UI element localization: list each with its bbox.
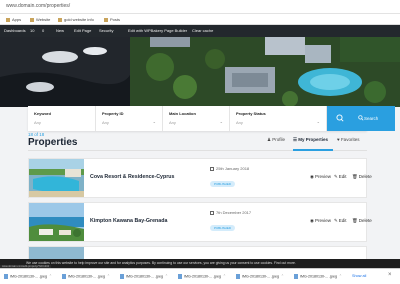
download-item[interactable]: IMG-20180130-... .jpeg ⌃ [62,274,110,279]
eye-icon: ◉ [310,174,314,179]
cookie-notice-bar: We use cookies on this website to help i… [0,259,400,268]
chevron-up-icon: ⌃ [106,274,110,279]
cookie-notice-text: We use cookies on this website to help i… [26,261,296,265]
adminbar-comments[interactable]: 0 [42,28,44,33]
main-location-value: Any [169,120,176,125]
chevron-down-icon: ⌄ [152,119,156,124]
chevron-down-icon: ⌄ [219,119,223,124]
close-icon[interactable]: × [388,272,392,278]
property-card [28,246,367,260]
property-id-value: Any [102,120,109,125]
chevron-up-icon: ⌃ [338,274,342,279]
chevron-up-icon: ⌃ [164,274,168,279]
bay-resort-image [29,203,84,241]
property-date: 7th December 2017 [210,210,251,215]
property-id-select[interactable]: Property ID Any ⌄ [96,106,163,131]
tab-profile[interactable]: ♟ Profile [267,137,285,143]
download-item[interactable]: IMG-20180130-... .jpeg ⌃ [4,274,52,279]
status-badge: PUBLISHED [210,181,236,187]
image-file-icon [4,274,8,279]
bookmark-apps[interactable]: Apps [6,17,21,22]
tab-favorites[interactable]: ♥ Favorites [337,137,359,142]
edit-button[interactable]: ✎Edit [334,174,347,180]
calendar-icon [210,210,214,215]
property-thumbnail[interactable] [29,159,84,197]
wp-admin-bar: Dashboards 10 0 New Edit Page Security E… [0,25,400,37]
trash-icon: 🗑 [352,174,358,179]
bookmark-posts[interactable]: Posts [104,17,120,22]
folder-icon [30,17,34,22]
pencil-icon: ✎ [334,218,338,223]
property-status-select[interactable]: Property Status Any ⌄ [230,106,327,131]
download-shelf: IMG-20180130-... .jpeg ⌃ IMG-20180130-...… [0,268,400,284]
show-all-downloads-link[interactable]: Show all [352,274,366,278]
bookmark-gold-info[interactable]: gold website info [58,17,94,22]
download-item[interactable]: IMG-20180130-... .jpeg ⌃ [294,274,342,279]
map-search-button[interactable] [327,106,354,131]
property-status-value: Any [236,120,243,125]
folder-icon [58,17,62,22]
image-file-icon [294,274,298,279]
address-input[interactable]: www.domain.com/properties/ [6,3,70,9]
preview-button[interactable]: ◉Preview [310,218,331,224]
active-tab-indicator [293,149,333,151]
property-search-bar: Keyword Any Property ID Any ⌄ Main Locat… [28,106,395,131]
property-date: 25th January 2018 [210,166,249,171]
page-title: Properties [28,137,78,148]
image-file-icon [62,274,66,279]
adminbar-dashboards[interactable]: Dashboards [4,28,26,33]
main-location-label: Main Location [169,111,196,116]
adminbar-page-builder[interactable]: Edit with WPBakery Page Builder [128,28,187,33]
main-location-select[interactable]: Main Location Any ⌄ [163,106,230,131]
eye-icon: ◉ [310,218,314,223]
preview-button[interactable]: ◉Preview [310,174,331,180]
bookmarks-bar: Apps Website gold website info Posts [0,14,400,25]
browser-address-bar: www.domain.com/properties/ [0,0,400,14]
image-file-icon [120,274,124,279]
folder-icon [104,17,108,22]
property-title[interactable]: Kimpton Kawana Bay-Grenada [90,218,167,224]
adminbar-security[interactable]: Security [99,28,113,33]
pencil-icon: ✎ [334,174,338,179]
property-id-label: Property ID [102,111,124,116]
adminbar-new[interactable]: New [56,28,64,33]
calendar-icon [210,166,214,171]
search-icon [336,114,344,122]
keyword-value: Any [34,120,41,125]
search-button-label: Search [364,116,379,121]
trash-icon: 🗑 [352,218,358,223]
edit-button[interactable]: ✎Edit [334,218,347,224]
chevron-down-icon: ⌄ [316,119,320,124]
image-file-icon [236,274,240,279]
bookmark-website[interactable]: Website [30,17,50,22]
delete-button[interactable]: 🗑Delete [352,174,372,180]
chevron-up-icon: ⌃ [222,274,226,279]
resort-pool-image [29,159,84,197]
status-badge: PUBLISHED [210,225,236,231]
search-button[interactable]: Search [354,106,395,131]
property-status-label: Property Status [236,111,266,116]
chevron-up-icon: ⌃ [48,274,52,279]
download-item[interactable]: IMG-20180130-... .jpeg ⌃ [120,274,168,279]
property-card: Kimpton Kawana Bay-Grenada 7th December … [28,202,372,242]
adminbar-updates[interactable]: 10 [30,28,34,33]
adminbar-clear-cache[interactable]: Clear cache [192,28,213,33]
tab-my-properties[interactable]: ☰ My Properties [293,137,328,143]
property-card: Cova Resort & Residence-Cyprus 25th Janu… [28,158,372,198]
download-item[interactable]: IMG-20180130-... .jpeg ⌃ [236,274,284,279]
keyword-field[interactable]: Keyword Any [28,106,96,131]
adminbar-edit-page[interactable]: Edit Page [74,28,91,33]
keyword-label: Keyword [34,111,51,116]
delete-button[interactable]: 🗑Delete [352,218,372,224]
download-item[interactable]: IMG-20180130-... .jpeg ⌃ [178,274,226,279]
hero-resort-illustration [0,37,400,107]
property-title[interactable]: Cova Resort & Residence-Cyprus [90,174,174,180]
image-file-icon [178,274,182,279]
chevron-up-icon: ⌃ [280,274,284,279]
hero-aerial-image [0,37,400,107]
apps-icon [6,17,10,22]
property-thumbnail[interactable] [29,203,84,241]
